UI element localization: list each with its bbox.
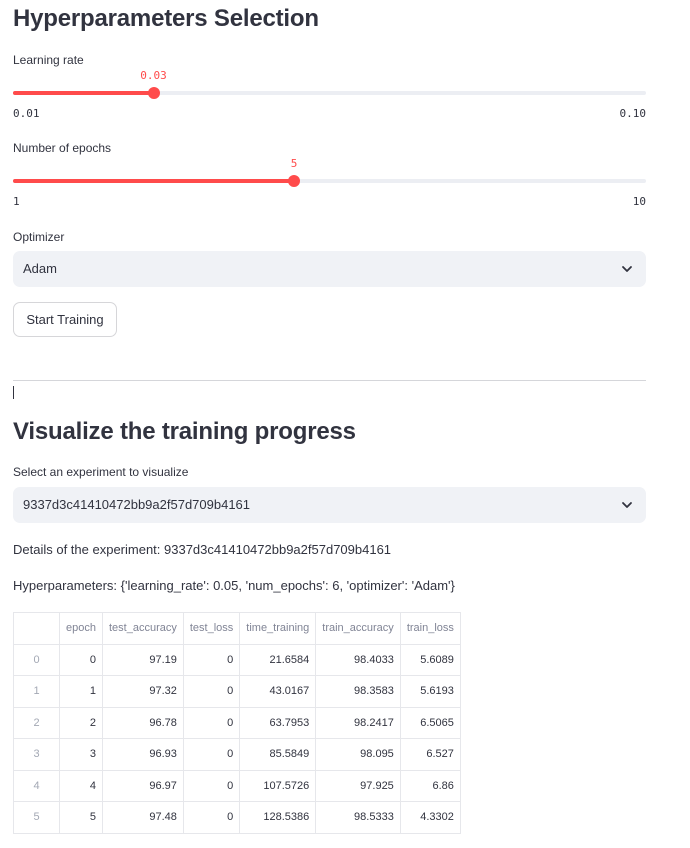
table-body: 0 0 97.19 0 21.6584 98.4033 5.6089 1 1 97.32 0 43.0… [13,643,461,834]
table-cell[interactable]: 97.19 [101,643,184,676]
column-header[interactable]: epoch [59,612,103,645]
epochs-label: Number of epochs [13,141,112,155]
slider-value: 5 [290,157,298,170]
table-row: 5 5 97.48 0 128.5386 98.5333 4.3302 [13,801,461,834]
slider-min: 1 [13,195,20,208]
index-header[interactable] [13,612,60,645]
table-row: 0 0 97.19 0 21.6584 98.4033 5.6089 [13,643,461,676]
slider-thumb[interactable] [147,87,160,99]
experiment-hyperparameters: Hyperparameters: {'learning_rate': 0.05,… [13,578,455,593]
table-row: 3 3 96.93 0 85.5849 98.095 6.527 [13,738,461,771]
table-cell[interactable]: 6.5065 [399,706,461,739]
table-cell[interactable]: 4 [59,769,103,802]
table-cell[interactable]: 98.095 [315,738,401,771]
text-cursor [13,386,14,399]
table-cell[interactable]: 97.32 [101,675,184,708]
start-training-button[interactable]: Start Training [13,302,117,337]
column-header[interactable]: test_accuracy [101,612,184,645]
table-cell[interactable]: 63.7953 [239,706,317,739]
column-header[interactable]: train_loss [399,612,461,645]
table-cell[interactable]: 128.5386 [239,801,317,834]
table-header-row: epoch test_accuracy test_loss time_training… [13,612,461,645]
row-index[interactable]: 0 [13,643,60,676]
table-cell[interactable]: 1 [59,675,103,708]
learning-rate-label: Learning rate [13,53,84,67]
table-row: 2 2 96.78 0 63.7953 98.2417 6.5065 [13,706,461,739]
table-cell[interactable]: 0 [182,643,241,676]
row-index[interactable]: 3 [13,738,60,771]
slider-thumb[interactable] [288,175,301,187]
table-cell[interactable]: 98.5333 [315,801,401,834]
results-table[interactable]: epoch test_accuracy test_loss time_training… [13,612,461,834]
table-cell[interactable]: 97.48 [101,801,184,834]
section-divider [13,380,646,381]
learning-rate-slider[interactable]: 0.03 0.01 0.10 [13,69,647,121]
table-cell[interactable]: 5.6089 [399,643,461,676]
table-row: 1 1 97.32 0 43.0167 98.3583 5.6193 [13,675,461,708]
optimizer-select[interactable]: Adam [13,251,646,287]
table-cell[interactable]: 0 [182,801,241,834]
table-cell[interactable]: 85.5849 [239,738,317,771]
table-cell[interactable]: 0 [182,706,241,739]
table-cell[interactable]: 5.6193 [399,675,461,708]
table-row: 4 4 96.97 0 107.5726 97.925 6.86 [13,769,461,802]
chevron-down-icon [622,266,632,272]
column-header[interactable]: test_loss [182,612,241,645]
epochs-slider[interactable]: 5 1 10 [13,157,646,209]
table-cell[interactable]: 5 [59,801,103,834]
table-cell[interactable]: 96.93 [101,738,184,771]
table-cell[interactable]: 6.86 [399,769,461,802]
table-cell[interactable]: 98.3583 [315,675,401,708]
experiment-select[interactable]: 9337d3c41410472bb9a2f57d709b4161 [13,487,646,523]
table-cell[interactable]: 0 [182,738,241,771]
slider-fill [13,179,295,183]
section-title: Visualize the training progress [13,418,356,445]
table-cell[interactable]: 0 [182,769,241,802]
table-cell[interactable]: 3 [59,738,103,771]
row-index[interactable]: 5 [13,801,60,834]
slider-max: 10 [632,195,646,208]
table-cell[interactable]: 107.5726 [239,769,317,802]
table-cell[interactable]: 0 [182,675,241,708]
table-cell[interactable]: 98.4033 [315,643,401,676]
table-cell[interactable]: 43.0167 [239,675,317,708]
table-cell[interactable]: 97.925 [315,769,401,802]
chevron-down-icon [622,502,632,508]
slider-value: 0.03 [140,69,167,82]
slider-max: 0.10 [619,107,647,120]
experiment-select-label: Select an experiment to visualize [13,465,189,479]
table-cell[interactable]: 6.527 [399,738,461,771]
experiment-details: Details of the experiment: 9337d3c414104… [13,542,392,557]
table-cell[interactable]: 98.2417 [315,706,401,739]
table-cell[interactable]: 21.6584 [239,643,317,676]
page-title: Hyperparameters Selection [13,5,319,32]
table-cell[interactable]: 0 [59,643,103,676]
row-index[interactable]: 2 [13,706,60,739]
column-header[interactable]: train_accuracy [315,612,401,645]
slider-fill [13,91,154,95]
column-header[interactable]: time_training [239,612,317,645]
row-index[interactable]: 4 [13,769,60,802]
optimizer-label: Optimizer [13,230,65,244]
row-index[interactable]: 1 [13,675,60,708]
table-cell[interactable]: 96.97 [101,769,184,802]
table-cell[interactable]: 4.3302 [399,801,461,834]
slider-min: 0.01 [13,107,40,120]
optimizer-selected-value: Adam [23,261,57,276]
table-cell[interactable]: 2 [59,706,103,739]
table-cell[interactable]: 96.78 [101,706,184,739]
experiment-selected-value: 9337d3c41410472bb9a2f57d709b4161 [23,497,251,512]
